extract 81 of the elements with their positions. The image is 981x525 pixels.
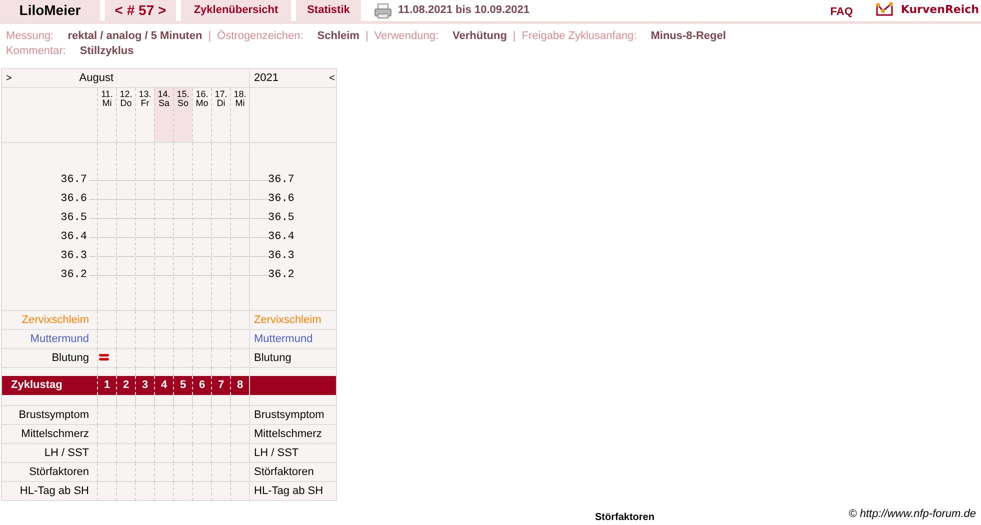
row-label: LH / SST [43,446,90,461]
info-value: Minus-8-Regel [650,29,726,44]
row-label: Muttermund [29,332,90,347]
cycle-day-number: 7 [218,378,224,394]
day-date: 18. [234,90,246,99]
day-date: 11. [101,90,113,99]
info-value: Schleim [317,29,360,44]
day-date: 16. [196,90,208,99]
cycle-day-number: 4 [160,378,168,394]
info-label: Verwendung: [374,29,439,44]
month-label: August [79,70,114,86]
cycle-day-number: 3 [142,378,148,394]
printer-icon[interactable] [374,3,392,19]
row-label: Zervixschleim [20,313,90,328]
weekday-label: Di [216,99,226,108]
row-label: Muttermund [249,330,339,349]
info-value: rektal / analog / 5 Minuten [68,29,202,44]
temperature-label: 36.2 [268,268,294,284]
row-label: Brustsymptom [18,408,90,423]
row-label: Brustsymptom [249,406,339,425]
day-date: 17. [214,90,228,99]
faq-link[interactable]: FAQ [830,4,853,21]
row-label: Zervixschleim [249,311,339,330]
next-month-button[interactable]: < [329,70,335,86]
temperature-label: 36.5 [60,211,87,226]
cycle-day-number: 2 [122,378,130,394]
info-value: Verhütung [452,29,507,44]
day-date: 13. [138,90,152,99]
weekday-label: Mo [196,99,208,108]
weekday-label: Mi [235,99,245,108]
row-label: Störfaktoren [28,465,90,480]
cycle-day-number: 6 [198,378,206,394]
row-label: Mittelschmerz [249,425,339,444]
cycle-day-number: 5 [180,378,186,394]
separator: | [365,29,368,44]
day-date: 12. [120,90,132,99]
row-label: Blutung [50,351,90,366]
info-label: Freigabe Zyklusanfang: [522,29,637,44]
cycle-day-number: 1 [104,378,110,394]
row-label: Mittelschmerz [20,427,90,442]
year-label: 2021 [254,70,278,86]
temperature-label: 36.3 [268,249,294,264]
previous-month-button[interactable]: > [2,70,12,86]
row-label: Blutung [249,349,339,368]
weekday-label: So [177,99,188,108]
temperature-label: 36.7 [268,173,294,188]
temperature-label: 36.5 [268,211,294,226]
weekday-label: Fr [140,99,150,108]
row-label: Störfaktoren [249,463,339,482]
copyright-link[interactable]: © http://www.nfp-forum.de [848,506,976,522]
temperature-label: 36.3 [60,249,87,264]
temperature-label: 36.4 [60,230,87,246]
brand-logo[interactable]: KurvenReich [900,2,979,21]
cycle-day-label: Zyklustag [10,378,64,393]
row-label: HL-Tag ab SH [18,484,90,499]
temperature-label: 36.2 [60,268,87,284]
user-name[interactable]: LiloMeier [0,0,100,21]
cycle-day-number: 8 [236,378,244,394]
separator: | [512,29,516,44]
nav-tab[interactable]: Zyklenübersicht [181,0,291,21]
temperature-label: 36.6 [60,192,87,208]
weekday-label: Do [120,99,132,108]
day-date: 14. [158,90,170,99]
row-label: HL-Tag ab SH [249,482,339,501]
temperature-label: 36.6 [268,192,294,208]
weekday-label: Mi [102,99,112,108]
date-range: 11.08.2021 bis 10.09.2021 [398,3,530,18]
info-label: Messung: [6,29,54,44]
info-value: Stillzyklus [80,44,134,60]
row-label: LH / SST [249,444,339,463]
cycle-navigator[interactable]: < # 57 > [105,0,176,21]
info-label: Kommentar: [6,44,66,60]
separator: | [208,29,212,44]
day-date: 15. [176,90,190,99]
temperature-label: 36.7 [60,173,87,188]
info-label: Östrogenzeichen: [217,28,304,44]
nav-tab[interactable]: Statistik [296,0,361,21]
weekday-label: Sa [158,99,170,108]
temperature-label: 36.4 [268,230,294,246]
chart-logo-icon [874,1,895,17]
stray-label: Störfaktoren [595,512,654,524]
